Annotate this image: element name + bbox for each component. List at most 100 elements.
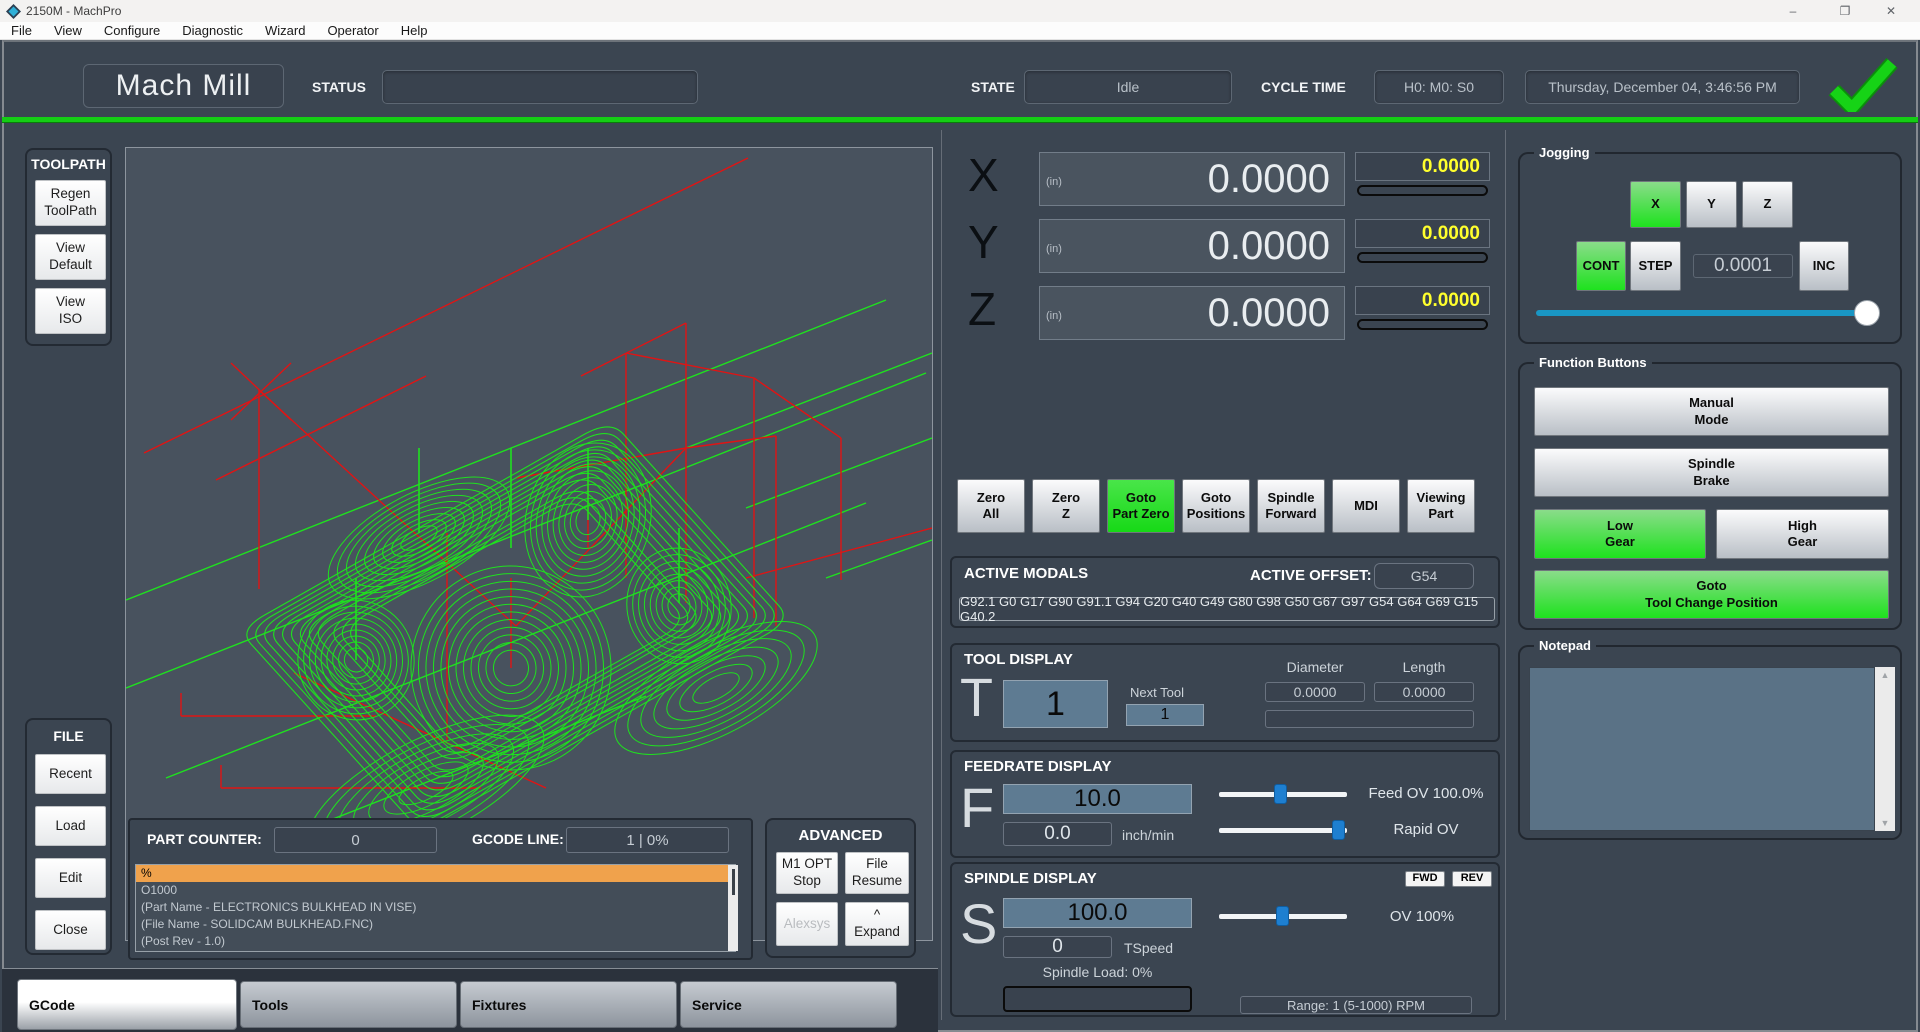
feed-ov-slider[interactable] <box>1219 784 1347 804</box>
goto-positions-button[interactable]: Goto Positions <box>1182 479 1250 533</box>
m1-opt-stop-button[interactable]: M1 OPT Stop <box>776 852 838 894</box>
feed-f-letter: F <box>960 776 995 839</box>
gcode-list-line[interactable]: O1000 <box>136 882 735 899</box>
mdi-button[interactable]: MDI <box>1332 479 1400 533</box>
notepad-textarea[interactable] <box>1529 667 1875 831</box>
gcode-list-line[interactable]: (Post Rev - 1.0) <box>136 933 735 950</box>
menu-file[interactable]: File <box>0 22 43 40</box>
jog-cont-button[interactable]: CONT <box>1576 241 1626 291</box>
menu-diagnostic[interactable]: Diagnostic <box>171 22 254 40</box>
expand-button[interactable]: ^ Expand <box>845 902 909 946</box>
regen-toolpath-button[interactable]: Regen ToolPath <box>35 180 106 226</box>
app-icon <box>6 4 21 19</box>
dro-y-value[interactable]: (in) 0.0000 <box>1039 219 1345 273</box>
gcode-line-value: 1 | 0% <box>566 827 729 853</box>
spindle-brake-button[interactable]: Spindle Brake <box>1534 448 1889 497</box>
current-tool-value[interactable]: 1 <box>1003 680 1108 728</box>
title-bar: 2150M - MachPro – ❐ ✕ <box>0 0 1920 22</box>
dro-y-unit: (in) <box>1046 243 1062 255</box>
gcode-list-line[interactable]: (File Name - SOLIDCAM BULKHEAD.FNC) <box>136 916 735 933</box>
header-divider-green <box>2 117 1918 122</box>
jog-speed-slider[interactable] <box>1536 300 1880 326</box>
gcode-list-scrollbar[interactable] <box>728 865 738 951</box>
jog-step-button[interactable]: STEP <box>1630 241 1681 291</box>
rapid-ov-label: Rapid OV <box>1393 821 1459 838</box>
jog-axis-y-button[interactable]: Y <box>1686 181 1737 228</box>
dro-y-dtg: 0.0000 <box>1355 219 1490 248</box>
menu-view[interactable]: View <box>43 22 93 40</box>
feed-ov-slider-thumb[interactable] <box>1274 784 1287 804</box>
jog-inc-button[interactable]: INC <box>1799 241 1849 291</box>
spindle-rev-button[interactable]: REV <box>1452 871 1492 887</box>
part-counter-value: 0 <box>274 827 437 853</box>
menu-configure[interactable]: Configure <box>93 22 171 40</box>
spindle-display-title: SPINDLE DISPLAY <box>964 870 1097 887</box>
jog-axis-x-button[interactable]: X <box>1630 181 1681 228</box>
maximize-button[interactable]: ❐ <box>1822 0 1868 22</box>
feedrate-display-title: FEEDRATE DISPLAY <box>964 758 1112 775</box>
file-panel: FILE Recent Load Edit Close <box>25 718 112 955</box>
spindle-programmed[interactable]: 100.0 <box>1003 898 1192 928</box>
goto-tool-change-button[interactable]: Goto Tool Change Position <box>1534 570 1889 619</box>
jog-speed-slider-thumb[interactable] <box>1854 300 1880 326</box>
alexsys-button[interactable]: Alexsys <box>776 902 838 946</box>
feedrate-programmed[interactable]: 10.0 <box>1003 784 1192 814</box>
view-iso-button[interactable]: View ISO <box>35 288 106 334</box>
dro-x-value[interactable]: (in) 0.0000 <box>1039 152 1345 206</box>
goto-part-zero-button[interactable]: Goto Part Zero <box>1107 479 1175 533</box>
scroll-up-icon[interactable]: ▲ <box>1875 667 1895 683</box>
active-offset-value: G54 <box>1374 563 1474 589</box>
advanced-panel-title: ADVANCED <box>798 827 883 844</box>
next-tool-value[interactable]: 1 <box>1126 704 1204 726</box>
rapid-ov-slider-thumb[interactable] <box>1332 820 1345 840</box>
high-gear-button[interactable]: High Gear <box>1716 509 1889 559</box>
dro-z-value[interactable]: (in) 0.0000 <box>1039 286 1345 340</box>
close-button[interactable]: ✕ <box>1868 0 1914 22</box>
cycle-time-field: H0: M0: S0 <box>1374 70 1504 104</box>
jog-axis-z-button[interactable]: Z <box>1742 181 1793 228</box>
dro-z-letter: Z <box>968 283 997 335</box>
state-field: Idle <box>1024 70 1232 104</box>
gcode-list-line[interactable]: (Part Name - ELECTRONICS BULKHEAD IN VIS… <box>136 899 735 916</box>
zero-all-button[interactable]: Zero All <box>957 479 1025 533</box>
tab-service[interactable]: Service <box>680 981 897 1028</box>
gcode-list-line[interactable]: % <box>136 865 735 882</box>
menu-wizard[interactable]: Wizard <box>254 22 316 40</box>
active-modals-panel: ACTIVE MODALS ACTIVE OFFSET: G54 G92.1 G… <box>950 556 1500 628</box>
cycle-time-label: CYCLE TIME <box>1261 79 1346 95</box>
manual-mode-button[interactable]: Manual Mode <box>1534 387 1889 436</box>
tab-tools[interactable]: Tools <box>240 981 457 1028</box>
dro-z-loadbar <box>1357 319 1488 330</box>
view-default-button[interactable]: View Default <box>35 234 106 280</box>
file-edit-button[interactable]: Edit <box>35 858 106 898</box>
jog-increment-value[interactable]: 0.0001 <box>1693 254 1793 278</box>
menu-operator[interactable]: Operator <box>316 22 389 40</box>
dro-x-unit: (in) <box>1046 176 1062 188</box>
scroll-down-icon[interactable]: ▼ <box>1875 815 1895 831</box>
spindle-ov-slider-thumb[interactable] <box>1276 906 1289 926</box>
spindle-forward-button[interactable]: Spindle Forward <box>1257 479 1325 533</box>
app-window: 2150M - MachPro – ❐ ✕ File View Configur… <box>0 0 1920 1032</box>
file-load-button[interactable]: Load <box>35 806 106 846</box>
notepad-scrollbar[interactable]: ▲ ▼ <box>1875 667 1895 831</box>
menu-help[interactable]: Help <box>390 22 439 40</box>
spindle-fwd-button[interactable]: FWD <box>1405 871 1445 887</box>
tab-fixtures[interactable]: Fixtures <box>460 981 677 1028</box>
tspeed-label: TSpeed <box>1124 940 1174 956</box>
rapid-ov-slider[interactable] <box>1219 820 1347 840</box>
toolpath-panel-title: TOOLPATH <box>31 156 106 172</box>
viewing-part-button[interactable]: Viewing Part <box>1407 479 1475 533</box>
zero-z-button[interactable]: Zero Z <box>1032 479 1100 533</box>
file-close-button[interactable]: Close <box>35 910 106 950</box>
file-recent-button[interactable]: Recent <box>35 754 106 794</box>
low-gear-button[interactable]: Low Gear <box>1534 509 1706 559</box>
state-label: STATE <box>971 79 1015 95</box>
tab-gcode[interactable]: GCode <box>17 979 237 1030</box>
gcode-list[interactable]: % O1000 (Part Name - ELECTRONICS BULKHEA… <box>135 864 736 952</box>
minimize-button[interactable]: – <box>1770 0 1816 22</box>
active-modals-codes: G92.1 G0 G17 G90 G91.1 G94 G20 G40 G49 G… <box>959 594 1495 624</box>
bottom-tab-strip: GCode Tools Fixtures Service <box>2 968 938 1032</box>
file-resume-button[interactable]: File Resume <box>845 852 909 894</box>
datetime-field: Thursday, December 04, 3:46:56 PM <box>1525 70 1800 104</box>
spindle-ov-slider[interactable] <box>1219 906 1347 926</box>
